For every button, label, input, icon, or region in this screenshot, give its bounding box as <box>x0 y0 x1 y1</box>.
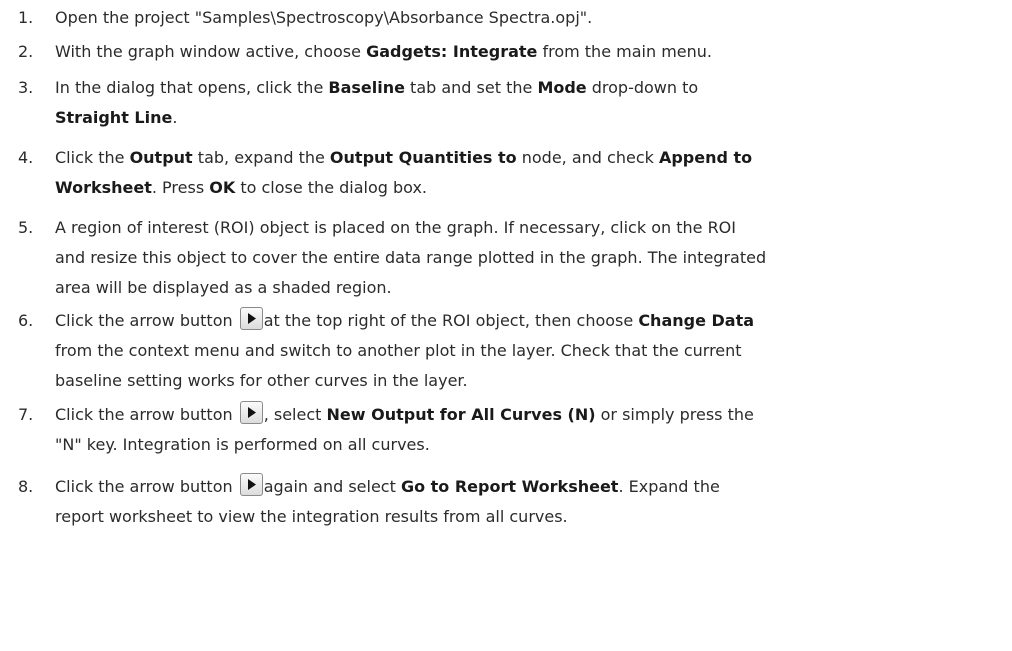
step-text-run: With the graph window active, choose <box>55 42 367 61</box>
step-line: A region of interest (ROI) object is pla… <box>55 213 1000 243</box>
step-text-run: . Press <box>151 178 210 197</box>
instruction-steps: 1. Open the project "Samples\Spectroscopy… <box>0 0 1012 651</box>
step-text-run: to close the dialog box. <box>235 178 428 197</box>
step-text: A region of interest (ROI) object is pla… <box>55 213 1000 303</box>
step-text: Click the arrow button again and select … <box>55 472 1000 532</box>
step-text-run: baseline setting works for other curves … <box>55 371 468 390</box>
step-number: 4. <box>18 148 34 167</box>
step-line: baseline setting works for other curves … <box>55 366 1000 396</box>
arrow-button-icon <box>239 307 263 330</box>
step-line: and resize this object to cover the enti… <box>55 243 1000 273</box>
emphasized-term: Gadgets: Integrate <box>366 42 538 61</box>
step-text-run: Click the arrow button <box>55 477 238 496</box>
step-text-run: , select <box>263 405 327 424</box>
step-text: With the graph window active, choose Gad… <box>55 37 1000 67</box>
step-text-run: tab and set the <box>404 78 538 97</box>
emphasized-term: Append to <box>658 148 753 167</box>
step-text-run: from the context menu and switch to anot… <box>55 341 742 360</box>
step-text-run: at the top right of the ROI object, then… <box>263 311 639 330</box>
emphasized-term: Output <box>129 148 193 167</box>
step-line: from the context menu and switch to anot… <box>55 336 1000 366</box>
step-text-run: area will be displayed as a shaded regio… <box>55 278 392 297</box>
emphasized-term: Go to Report Worksheet <box>400 477 619 496</box>
step-line: Open the project "Samples\Spectroscopy\A… <box>55 3 1000 33</box>
step-text-run: report worksheet to view the integration… <box>55 507 568 526</box>
step-text: Open the project "Samples\Spectroscopy\A… <box>55 3 1000 33</box>
step-text-run: A region of interest (ROI) object is pla… <box>55 218 736 237</box>
step-line: Click the arrow button at the top right … <box>55 306 1000 336</box>
step-text: Click the arrow button , select New Outp… <box>55 400 1000 460</box>
step-line: Click the arrow button again and select … <box>55 472 1000 502</box>
step-number: 5. <box>18 218 34 237</box>
step-number: 6. <box>18 311 34 330</box>
step-text-run: from the main menu. <box>537 42 712 61</box>
step-text-run: or simply press the <box>595 405 754 424</box>
step-line: In the dialog that opens, click the Base… <box>55 73 1000 103</box>
step-text: In the dialog that opens, click the Base… <box>55 73 1000 133</box>
step-text-run: Click the arrow button <box>55 405 238 424</box>
step-text-run: node, and check <box>516 148 659 167</box>
step-number: 7. <box>18 405 34 424</box>
step-line: Click the Output tab, expand the Output … <box>55 143 1000 173</box>
emphasized-term: OK <box>209 178 236 197</box>
step-line: Click the arrow button , select New Outp… <box>55 400 1000 430</box>
step-line: Worksheet. Press OK to close the dialog … <box>55 173 1000 203</box>
step-text-run: . Expand the <box>618 477 720 496</box>
step-line: area will be displayed as a shaded regio… <box>55 273 1000 303</box>
step-text-run: In the dialog that opens, click the <box>55 78 329 97</box>
step-text-run: again and select <box>263 477 401 496</box>
step-text-run: and resize this object to cover the enti… <box>55 248 767 267</box>
emphasized-term: Change Data <box>638 311 755 330</box>
step-text-run: Click the <box>55 148 130 167</box>
step-line: report worksheet to view the integration… <box>55 502 1000 532</box>
step-text-run: . <box>172 108 178 127</box>
step-number: 3. <box>18 78 34 97</box>
step-line: "N" key. Integration is performed on all… <box>55 430 1000 460</box>
step-text-run: tab, expand the <box>192 148 330 167</box>
arrow-button-icon <box>239 473 263 496</box>
step-number: 1. <box>18 8 34 27</box>
emphasized-term: Mode <box>537 78 587 97</box>
emphasized-term: Worksheet <box>55 178 152 197</box>
emphasized-term: New Output for All Curves (N) <box>326 405 596 424</box>
step-text: Click the Output tab, expand the Output … <box>55 143 1000 203</box>
step-line: Straight Line. <box>55 103 1000 133</box>
step-text-run: "N" key. Integration is performed on all… <box>55 435 430 454</box>
step-text-run: drop-down to <box>586 78 699 97</box>
emphasized-term: Baseline <box>328 78 405 97</box>
step-text: Click the arrow button at the top right … <box>55 306 1000 396</box>
arrow-button-icon <box>239 401 263 424</box>
emphasized-term: Straight Line <box>55 108 173 127</box>
step-number: 8. <box>18 477 34 496</box>
step-number: 2. <box>18 42 34 61</box>
step-text-run: Click the arrow button <box>55 311 238 330</box>
emphasized-term: Output Quantities to <box>329 148 517 167</box>
step-line: With the graph window active, choose Gad… <box>55 37 1000 67</box>
step-text-run: Open the project "Samples\Spectroscopy\A… <box>55 8 593 27</box>
